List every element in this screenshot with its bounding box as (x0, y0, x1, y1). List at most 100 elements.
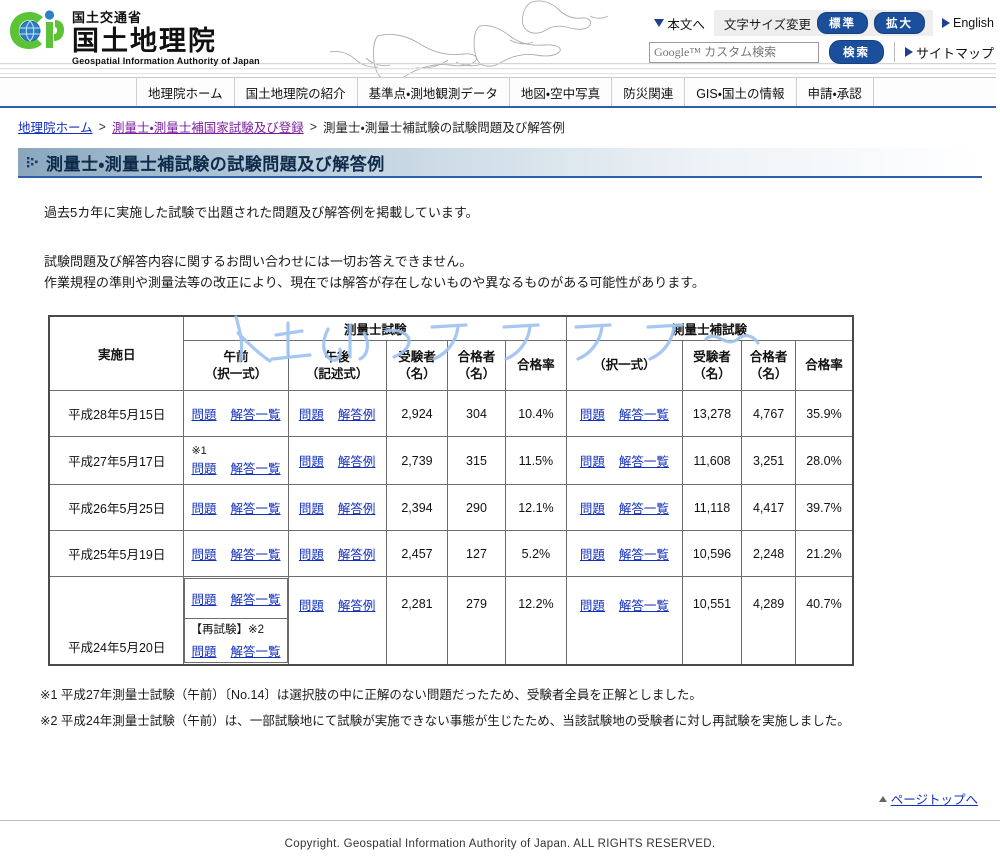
morning-question-link[interactable]: 問題 (192, 404, 217, 423)
nav-item-home[interactable]: 地理院ホーム (136, 78, 234, 106)
afternoon-question-link[interactable]: 問題 (299, 404, 324, 423)
afternoon-question-link[interactable]: 問題 (299, 498, 324, 517)
nav-item-application[interactable]: 申請・承認 (795, 78, 874, 106)
assistant-passers: 4,289 (741, 576, 796, 665)
font-size-large-button[interactable]: 拡大 (874, 12, 925, 34)
font-size-control: 文字サイズ変更 標準 拡大 (713, 10, 933, 36)
afternoon-answer-example-link[interactable]: 解答例 (338, 404, 376, 423)
surveyor-rate: 10.4% (504, 390, 568, 437)
logo-main-text: 国土地理院 (72, 26, 217, 56)
header-group-surveyor: 測量士試験 (183, 315, 568, 341)
header-passers-label: 合格者 (749, 349, 788, 364)
header-utility-row: 本文へ 文字サイズ変更 標準 拡大 English (654, 10, 994, 36)
morning-answer-list-link[interactable]: 解答一覧 (231, 589, 281, 608)
row-date: 平成27年5月17日 (48, 436, 185, 485)
morning-answer-list-link[interactable]: 解答一覧 (231, 458, 281, 477)
skip-to-content-link[interactable]: 本文へ (654, 14, 705, 33)
surveyor-rate: 11.5% (504, 436, 568, 485)
breadcrumb-separator: > (98, 119, 106, 134)
english-link[interactable]: English (942, 16, 994, 30)
nav-item-geodetic-data[interactable]: 基準点・測地観測データ (356, 78, 509, 106)
assistant-rate: 40.7% (794, 576, 854, 665)
surveyor-rate: 12.2% (504, 576, 568, 665)
table-row: 平成26年5月25日 問題 解答一覧 問題 解答例 2,394 290 12.1… (48, 484, 854, 531)
page-title-banner: 測量士・測量士補試験の試験問題及び解答例 (18, 148, 982, 178)
triangle-right-icon (942, 18, 950, 28)
morning-subcell-table: 問題 解答一覧 【再試験】※2 問題 解答一覧 (184, 577, 288, 663)
notice-line-1: 試験問題及び解答内容に関するお問い合わせには一切お答えできません。 (44, 254, 473, 269)
triangle-up-icon (878, 795, 887, 802)
morning-retest-row: 【再試験】※2 問題 解答一覧 (184, 617, 288, 663)
table-body: 平成28年5月15日 問題 解答一覧 問題 解答例 2,924 304 10.4… (48, 390, 854, 665)
morning-retest-cell: 【再試験】※2 問題 解答一覧 (184, 617, 288, 663)
morning-question-link[interactable]: 問題 (192, 544, 217, 563)
sitemap-link[interactable]: サイトマップ (904, 43, 994, 62)
assistant-question-link[interactable]: 問題 (580, 595, 605, 614)
afternoon-question-link[interactable]: 問題 (299, 451, 324, 470)
nav-item-maps-aerial[interactable]: 地図・空中写真 (508, 78, 611, 106)
nav-item-about[interactable]: 国土地理院の紹介 (233, 78, 357, 106)
arrow-marker-icon (27, 157, 38, 168)
font-size-standard-button[interactable]: 標準 (817, 12, 868, 34)
header-examinees-unit: （名） (693, 366, 731, 381)
breadcrumb-home-link[interactable]: 地理院ホーム (18, 117, 93, 136)
page-top-link[interactable]: ページトップへ (891, 789, 978, 808)
morning-answer-list-link[interactable]: 解答一覧 (231, 544, 281, 563)
morning-question-link[interactable]: 問題 (192, 458, 217, 477)
assistant-rate: 28.0% (794, 436, 854, 485)
afternoon-answer-example-link[interactable]: 解答例 (338, 595, 376, 614)
retest-answer-list-link[interactable]: 解答一覧 (231, 641, 281, 660)
surveyor-passers: 315 (447, 436, 506, 485)
header-group-assistant: 測量士補試験 (566, 315, 854, 341)
scrollbar-edge[interactable] (996, 0, 1000, 818)
assistant-question-link[interactable]: 問題 (580, 544, 605, 563)
assistant-answer-list-link[interactable]: 解答一覧 (619, 451, 669, 470)
table-row: 平成28年5月15日 問題 解答一覧 問題 解答例 2,924 304 10.4… (48, 390, 854, 437)
header-afternoon-label: 午後 (324, 349, 350, 364)
retest-question-link[interactable]: 問題 (192, 641, 217, 660)
morning-regular-links: 問題 解答一覧 (184, 577, 288, 619)
copyright-text: Copyright. Geospatial Information Author… (284, 838, 716, 850)
row-afternoon-links: 問題 解答例 (287, 530, 387, 577)
assistant-answer-list-link[interactable]: 解答一覧 (619, 544, 669, 563)
search-button[interactable]: 検索 (828, 40, 884, 64)
main-navigation: 地理院ホーム 国土地理院の紹介 基準点・測地観測データ 地図・空中写真 防災関連… (0, 78, 1000, 108)
assistant-answer-list-link[interactable]: 解答一覧 (619, 595, 669, 614)
afternoon-question-link[interactable]: 問題 (299, 595, 324, 614)
surveyor-examinees: 2,739 (385, 436, 449, 485)
row-date: 平成24年5月20日 (48, 576, 185, 665)
header-assistant-passers: 合格者 （名） (741, 340, 796, 391)
header-assistant-rate: 合格率 (794, 340, 854, 391)
morning-answer-list-link[interactable]: 解答一覧 (231, 498, 281, 517)
assistant-question-link[interactable]: 問題 (580, 498, 605, 517)
row-morning-links: 問題 解答一覧 (183, 390, 289, 437)
assistant-rate: 35.9% (794, 390, 854, 437)
header-surveyor-rate: 合格率 (504, 340, 568, 391)
nav-item-gis[interactable]: GIS・国土の情報 (684, 78, 795, 106)
morning-question-link[interactable]: 問題 (192, 498, 217, 517)
afternoon-question-link[interactable]: 問題 (299, 544, 324, 563)
surveyor-passers: 127 (447, 530, 506, 577)
site-logo[interactable]: 国土交通省 国土地理院 Geospatial Information Autho… (8, 8, 260, 67)
gsi-logo-icon (10, 10, 64, 49)
morning-question-link[interactable]: 問題 (192, 589, 217, 608)
nav-item-disaster[interactable]: 防災関連 (611, 78, 684, 106)
exam-results-table: 実施日 測量士試験 測量士補試験 午前 （択一式） 午後 （記述式） 受験者 （… (48, 315, 854, 666)
morning-answer-list-link[interactable]: 解答一覧 (231, 404, 281, 423)
assistant-question-link[interactable]: 問題 (580, 451, 605, 470)
afternoon-answer-example-link[interactable]: 解答例 (338, 498, 376, 517)
assistant-question-link[interactable]: 問題 (580, 404, 605, 423)
assistant-answer-list-link[interactable]: 解答一覧 (619, 404, 669, 423)
footnotes: ※1 平成27年測量士試験（午前）〔No.14〕は選択肢の中に正解のない問題だっ… (40, 682, 1000, 734)
morning-footnote-marker: ※1 (191, 445, 207, 457)
surveyor-rate: 12.1% (504, 484, 568, 531)
breadcrumb-parent-link[interactable]: 測量士・測量士補国家試験及び登録 (112, 117, 304, 136)
search-input[interactable] (648, 41, 819, 63)
surveyor-rate: 5.2% (504, 530, 568, 577)
afternoon-answer-example-link[interactable]: 解答例 (338, 544, 376, 563)
skip-to-content-label: 本文へ (667, 17, 705, 32)
assistant-answer-list-link[interactable]: 解答一覧 (619, 498, 669, 517)
assistant-examinees: 10,596 (681, 530, 743, 577)
afternoon-answer-example-link[interactable]: 解答例 (338, 451, 376, 470)
row-assistant-links: 問題 解答一覧 (566, 390, 683, 437)
